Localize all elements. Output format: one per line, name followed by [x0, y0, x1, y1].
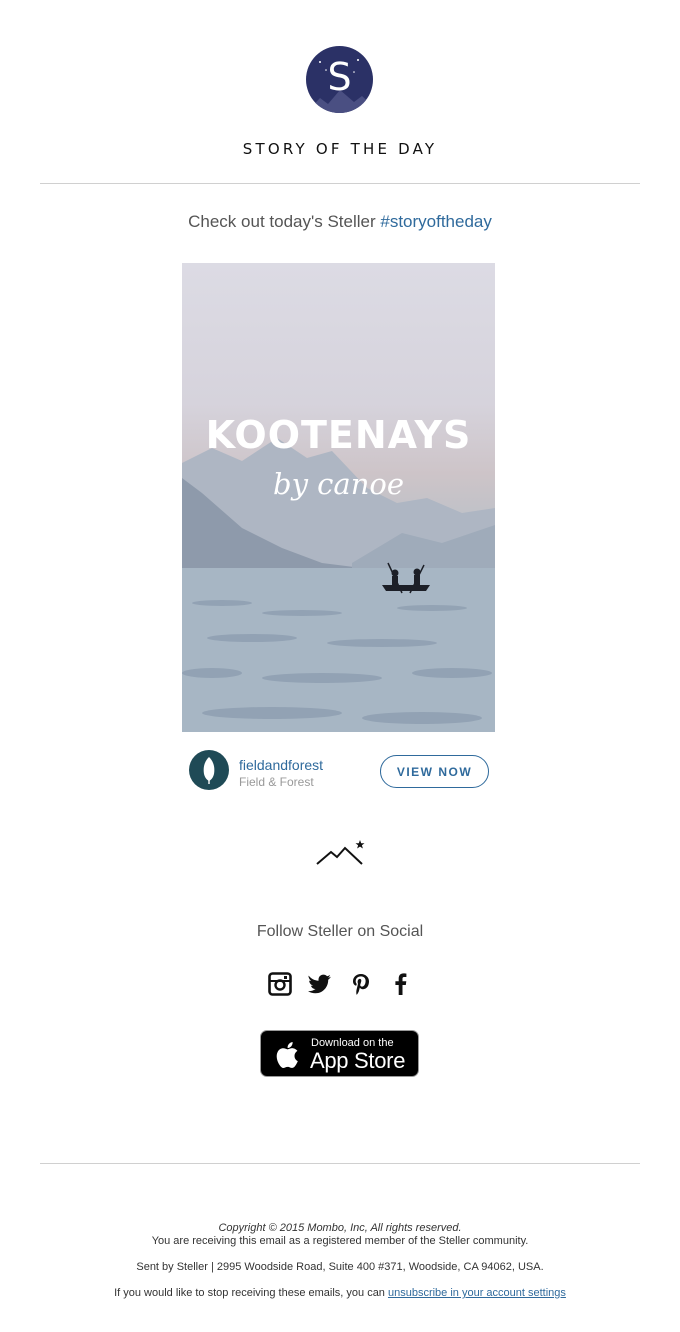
intro-text: Check out today's Steller #storyoftheday [0, 212, 680, 232]
story-subtitle: by canoe [273, 467, 404, 501]
facebook-icon[interactable] [389, 972, 413, 996]
pinterest-icon[interactable] [349, 972, 373, 996]
author-avatar[interactable] [189, 750, 229, 790]
view-now-button[interactable]: VIEW NOW [380, 755, 489, 788]
instagram-icon[interactable] [268, 972, 292, 996]
membership-text: You are receiving this email as a regist… [151, 1235, 529, 1247]
address-text: Sent by Steller | 2995 Woodside Road, Su… [136, 1261, 544, 1273]
logo-letter: S [327, 55, 352, 99]
app-store-badge[interactable]: Download on the App Store [260, 1030, 419, 1077]
twitter-icon[interactable] [308, 972, 332, 996]
author-handle-link[interactable]: fieldandforest [239, 757, 323, 773]
copyright-text: Copyright © 2015 Mombo, Inc, All rights … [218, 1222, 462, 1234]
unsubscribe-prefix: If you would like to stop receiving thes… [114, 1287, 388, 1299]
steller-logo[interactable]: S [306, 46, 373, 113]
author-name: Field & Forest [239, 775, 314, 789]
header-divider [40, 183, 640, 184]
unsubscribe-link[interactable]: unsubscribe in your account settings [388, 1287, 566, 1299]
unsubscribe-line: If you would like to stop receiving thes… [0, 1287, 680, 1299]
hashtag-link[interactable]: #storyoftheday [380, 212, 492, 231]
story-cover-image[interactable]: KOOTENAYS by canoe [182, 263, 495, 732]
page-title: STORY OF THE DAY [242, 140, 438, 158]
app-store-line2: App Store [310, 1048, 406, 1073]
footer-divider [40, 1163, 640, 1164]
apple-icon [276, 1042, 298, 1068]
mountain-star-icon [316, 840, 365, 865]
follow-heading: Follow Steller on Social [256, 923, 424, 940]
intro-label: Check out today's Steller [188, 212, 381, 231]
story-title: KOOTENAYS [205, 413, 472, 457]
tree-icon [203, 757, 215, 784]
